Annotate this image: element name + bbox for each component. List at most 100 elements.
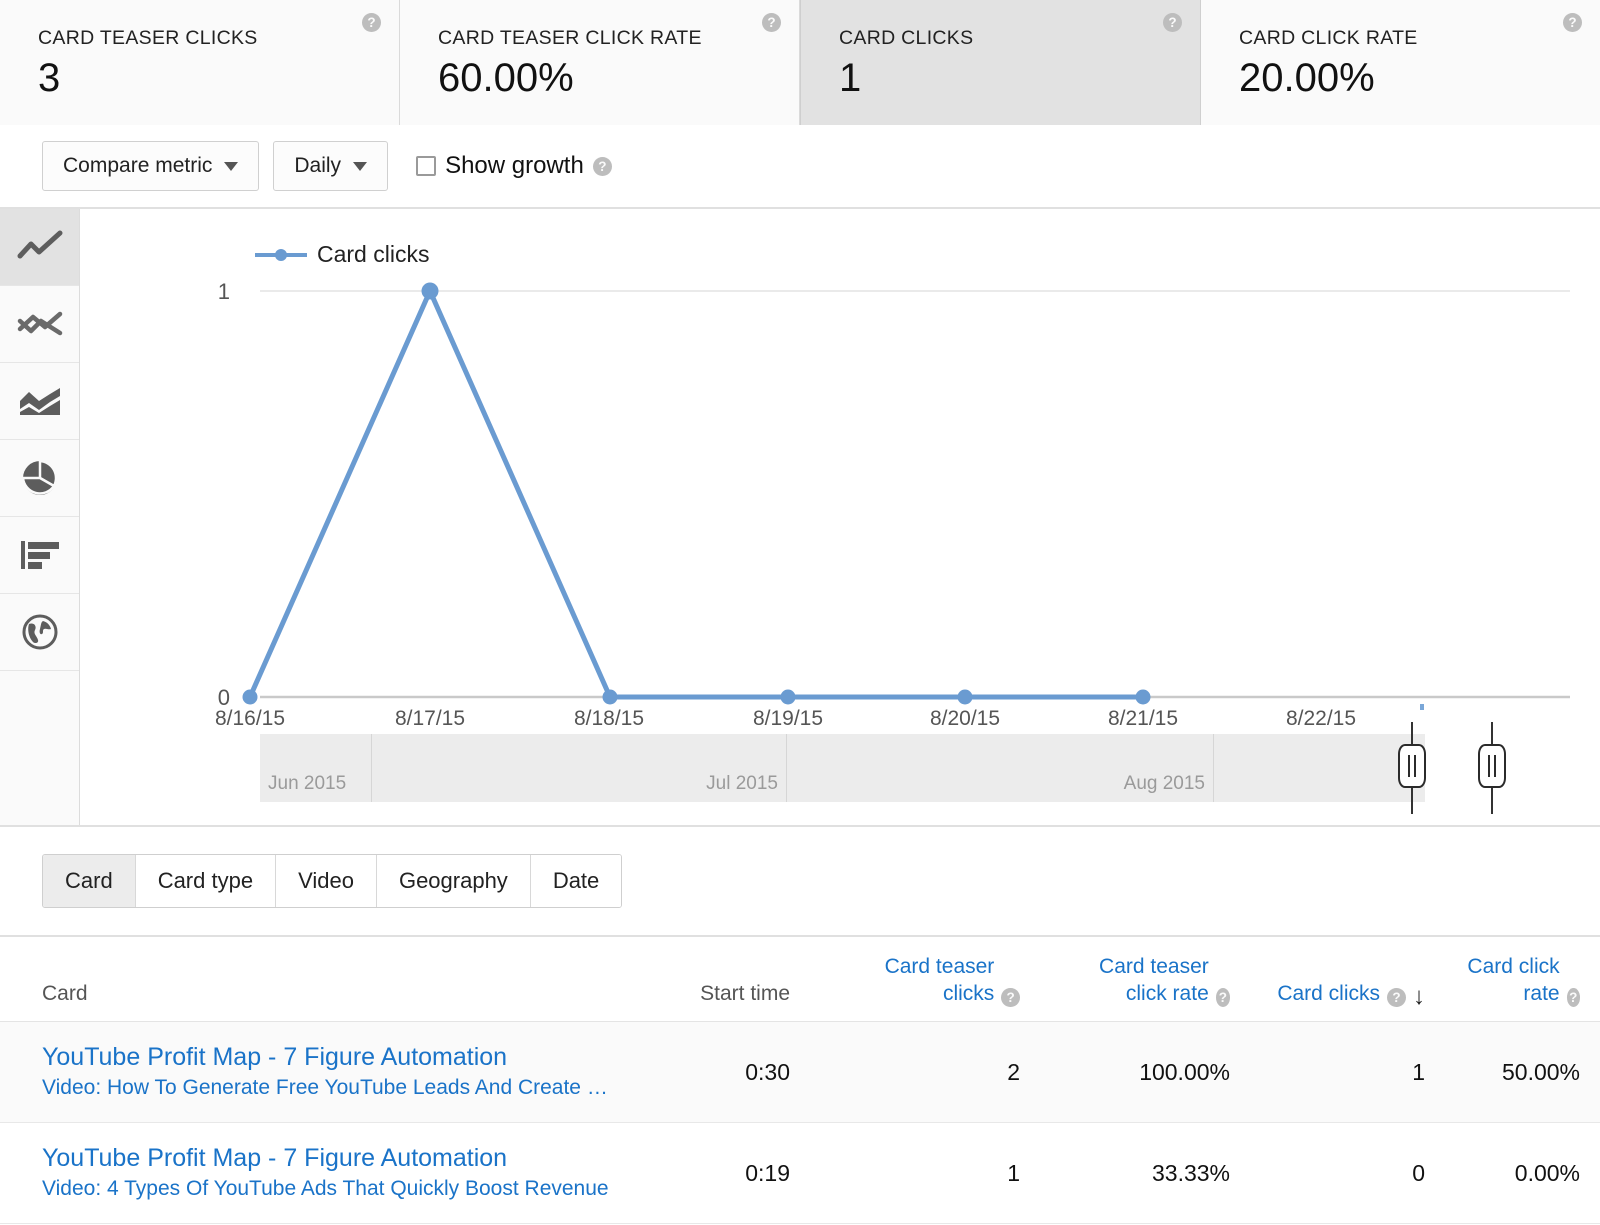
column-label: Card bbox=[42, 982, 88, 1005]
x-axis-tick-label: 8/20/15 bbox=[929, 707, 1001, 730]
range-segment-jun: Jun 2015 bbox=[260, 734, 372, 802]
help-icon[interactable]: ? bbox=[1163, 13, 1182, 32]
start-time-cell: 0:30 bbox=[745, 1058, 790, 1085]
help-icon[interactable]: ? bbox=[1563, 13, 1582, 32]
table-header-row: Card Start time Card teaser clicks ? Car… bbox=[0, 937, 1600, 1022]
metric-card-card-teaser-click-rate[interactable]: ? CARD TEASER CLICK RATE 60.00% bbox=[400, 0, 800, 125]
compare-metric-label: Compare metric bbox=[63, 154, 213, 177]
chart-type-multi-line-chart-icon[interactable] bbox=[0, 286, 79, 363]
card-teaser-clicks-cell: 1 bbox=[1007, 1159, 1020, 1186]
card-click-rate-cell: 0.00% bbox=[1514, 1159, 1580, 1186]
card-clicks-cell: 1 bbox=[1412, 1058, 1425, 1085]
help-icon[interactable]: ? bbox=[1387, 988, 1406, 1007]
range-handle-grip[interactable] bbox=[1478, 744, 1506, 788]
metric-cards: ? CARD TEASER CLICKS 3 ? CARD TEASER CLI… bbox=[0, 0, 1600, 125]
help-icon[interactable]: ? bbox=[1001, 988, 1020, 1007]
x-axis-tick-label: 8/22/15 bbox=[1285, 707, 1357, 730]
card-teaser-click-rate-cell: 33.33% bbox=[1151, 1159, 1230, 1186]
table-row[interactable]: YouTube Profit Map - 7 Figure Automation… bbox=[0, 1123, 1600, 1224]
range-segment-aug: Aug 2015 bbox=[787, 734, 1214, 802]
card-teaser-clicks-cell: 2 bbox=[1007, 1058, 1020, 1085]
metric-value: 60.00% bbox=[438, 56, 574, 100]
range-tick-marker bbox=[1420, 704, 1424, 710]
chart-toolbar: Compare metric Daily Show growth ? bbox=[0, 125, 1600, 209]
help-icon[interactable]: ? bbox=[592, 156, 612, 176]
column-header-card-click-rate[interactable]: Card click rate ? bbox=[1445, 937, 1600, 1022]
stacked-area-chart-icon bbox=[19, 388, 60, 415]
card-video-link[interactable]: Video: How To Generate Free YouTube Lead… bbox=[42, 1074, 640, 1102]
show-growth-checkbox[interactable] bbox=[416, 156, 437, 176]
metric-label: CARD CLICKS bbox=[839, 27, 974, 49]
y-axis-tick-label: 1 bbox=[217, 279, 230, 304]
x-axis-tick-label: 8/16/15 bbox=[214, 707, 286, 730]
chart-type-pie-chart-icon[interactable] bbox=[0, 440, 79, 517]
tab-label: Card type bbox=[157, 868, 254, 893]
metric-card-card-click-rate[interactable]: ? CARD CLICK RATE 20.00% bbox=[1201, 0, 1600, 125]
range-handle-end[interactable] bbox=[1478, 722, 1506, 814]
card-clicks-cell: 0 bbox=[1412, 1159, 1425, 1186]
range-handle-grip[interactable] bbox=[1398, 744, 1426, 788]
column-header-start-time[interactable]: Start time bbox=[660, 937, 810, 1022]
column-label: Card teaser click rate bbox=[1099, 955, 1209, 1005]
chart-canvas: Card clicks 1 0 8/16/15 8/17/15 8/18/15 … bbox=[80, 209, 1600, 825]
card-click-rate-cell: 50.00% bbox=[1501, 1058, 1580, 1085]
x-axis-tick-label: 8/17/15 bbox=[394, 707, 466, 730]
card-teaser-click-rate-cell: 100.00% bbox=[1139, 1058, 1230, 1085]
help-icon[interactable]: ? bbox=[1566, 988, 1580, 1007]
show-growth-label: Show growth bbox=[445, 152, 584, 179]
granularity-button[interactable]: Daily bbox=[273, 141, 389, 191]
compare-metric-button[interactable]: Compare metric bbox=[42, 141, 260, 191]
column-header-card[interactable]: Card bbox=[0, 937, 660, 1022]
range-segment-jul: Jul 2015 bbox=[372, 734, 787, 802]
range-handle-start[interactable] bbox=[1398, 704, 1426, 814]
x-axis-tick-label: 8/18/15 bbox=[573, 707, 645, 730]
series-line-card-clicks bbox=[247, 288, 1146, 700]
tab-label: Card bbox=[65, 868, 113, 893]
card-title-link[interactable]: YouTube Profit Map - 7 Figure Automation bbox=[42, 1143, 640, 1173]
show-growth-control: Show growth ? bbox=[416, 152, 612, 180]
metric-card-card-teaser-clicks[interactable]: ? CARD TEASER CLICKS 3 bbox=[0, 0, 400, 125]
chart-type-switcher bbox=[0, 209, 80, 825]
card-title-link[interactable]: YouTube Profit Map - 7 Figure Automation bbox=[42, 1042, 640, 1072]
help-icon[interactable]: ? bbox=[762, 13, 781, 32]
date-range-slider[interactable]: Jun 2015 Jul 2015 Aug 2015 bbox=[260, 704, 1506, 814]
tab-video[interactable]: Video bbox=[276, 855, 377, 907]
data-point bbox=[957, 689, 973, 705]
column-header-card-teaser-click-rate[interactable]: Card teaser click rate ? bbox=[1040, 937, 1250, 1022]
data-point bbox=[421, 282, 439, 300]
chevron-down-icon bbox=[224, 161, 239, 171]
metric-label: CARD TEASER CLICKS bbox=[38, 27, 258, 49]
tab-date[interactable]: Date bbox=[530, 855, 622, 907]
help-icon[interactable]: ? bbox=[1215, 988, 1230, 1007]
start-time-cell: 0:19 bbox=[745, 1159, 790, 1186]
data-point bbox=[780, 689, 796, 705]
chevron-down-icon bbox=[353, 161, 368, 171]
tab-card[interactable]: Card bbox=[43, 855, 136, 907]
card-video-link[interactable]: Video: 4 Types Of YouTube Ads That Quick… bbox=[42, 1175, 640, 1203]
chart-type-line-chart-icon[interactable] bbox=[0, 209, 79, 286]
metric-value: 3 bbox=[38, 56, 61, 100]
metric-value: 20.00% bbox=[1239, 56, 1375, 100]
chart-type-geography-map-icon[interactable] bbox=[0, 594, 79, 671]
data-point bbox=[602, 689, 618, 705]
dimension-tabs: Card Card type Video Geography Date bbox=[0, 827, 1600, 937]
column-header-card-clicks[interactable]: Card clicks ? ↓ bbox=[1250, 937, 1445, 1022]
column-label: Start time bbox=[700, 982, 790, 1005]
x-axis-tick-label: 8/19/15 bbox=[752, 707, 824, 730]
sort-descending-icon[interactable]: ↓ bbox=[1413, 985, 1425, 1009]
help-icon[interactable]: ? bbox=[362, 13, 381, 32]
tab-label: Date bbox=[552, 868, 600, 893]
chart-type-bar-chart-icon[interactable] bbox=[0, 517, 79, 594]
card-cell: YouTube Profit Map - 7 Figure Automation… bbox=[0, 1123, 660, 1224]
pie-chart-icon bbox=[21, 459, 57, 495]
tab-geography[interactable]: Geography bbox=[376, 855, 531, 907]
table-row[interactable]: YouTube Profit Map - 7 Figure Automation… bbox=[0, 1021, 1600, 1123]
tab-card-type[interactable]: Card type bbox=[135, 855, 277, 907]
chart-type-stacked-area-chart-icon[interactable] bbox=[0, 363, 79, 440]
geography-map-icon bbox=[22, 614, 57, 650]
range-track[interactable]: Jun 2015 Jul 2015 Aug 2015 bbox=[260, 734, 1425, 802]
column-header-card-teaser-clicks[interactable]: Card teaser clicks ? bbox=[810, 937, 1040, 1022]
column-label: Card clicks bbox=[1277, 982, 1380, 1005]
metric-card-card-clicks[interactable]: ? CARD CLICKS 1 bbox=[800, 0, 1201, 125]
metrics-table: Card Start time Card teaser clicks ? Car… bbox=[0, 937, 1600, 1224]
